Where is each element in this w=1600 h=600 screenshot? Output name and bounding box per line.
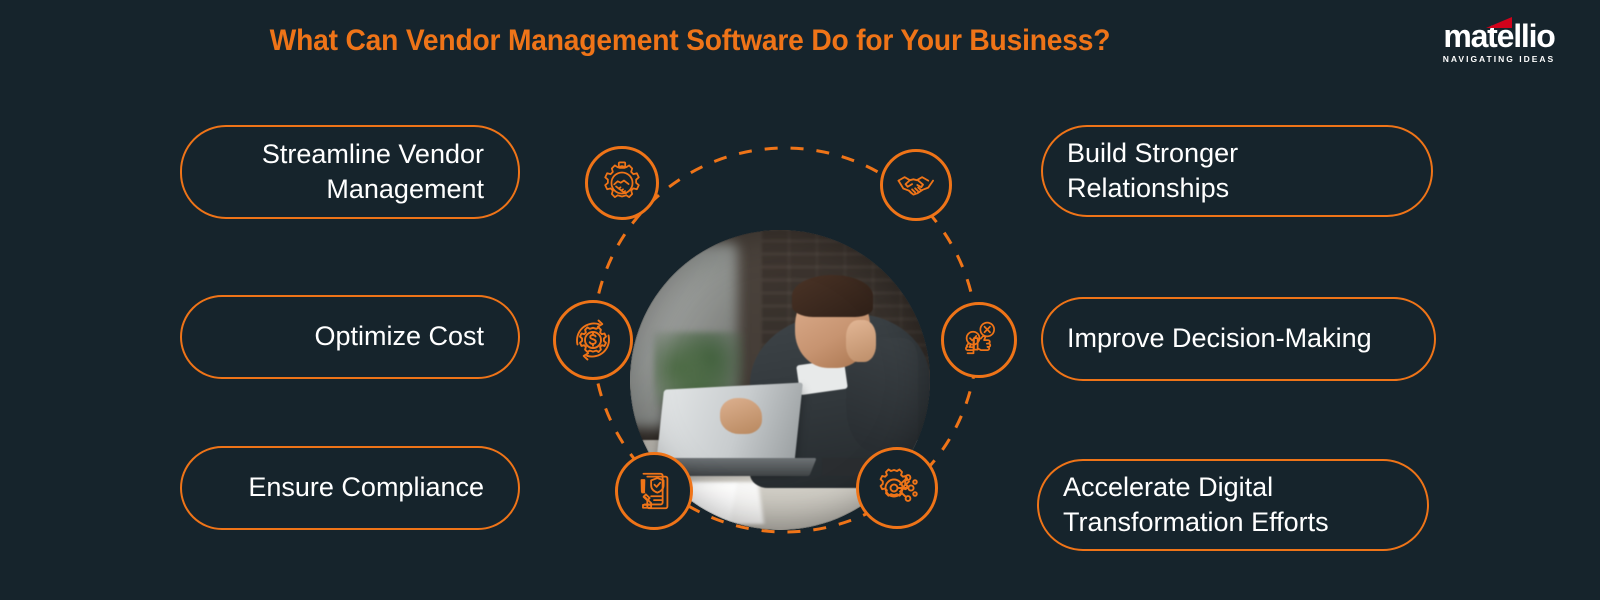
page-title: What Can Vendor Management Software Do f… [269,24,1111,57]
benefit-pill-streamline-vendor-management[interactable]: Streamline Vendor Management [180,125,520,219]
handshake-icon[interactable] [880,149,952,221]
logo-tagline: NAVIGATING IDEAS [1442,54,1556,64]
benefit-pill-accelerate-digital-transformation[interactable]: Accelerate Digital Transformation Effort… [1037,459,1429,551]
center-hub [553,130,1023,550]
infographic-canvas: What Can Vendor Management Software Do f… [0,0,1600,600]
document-shield-gavel-icon[interactable] [615,452,693,530]
benefit-pill-improve-decision-making[interactable]: Improve Decision-Making [1041,297,1436,381]
brand-logo[interactable]: matellio NAVIGATING IDEAS [1424,17,1574,68]
hands-check-cross-icon[interactable] [941,302,1017,378]
benefit-pill-ensure-compliance[interactable]: Ensure Compliance [180,446,520,530]
benefit-pill-optimize-cost[interactable]: Optimize Cost [180,295,520,379]
benefit-pill-build-stronger-relationships[interactable]: Build Stronger Relationships [1041,125,1433,217]
gear-handshake-icon[interactable] [585,146,659,220]
gear-network-icon[interactable] [856,447,938,529]
dollar-gear-refresh-icon[interactable] [553,300,633,380]
